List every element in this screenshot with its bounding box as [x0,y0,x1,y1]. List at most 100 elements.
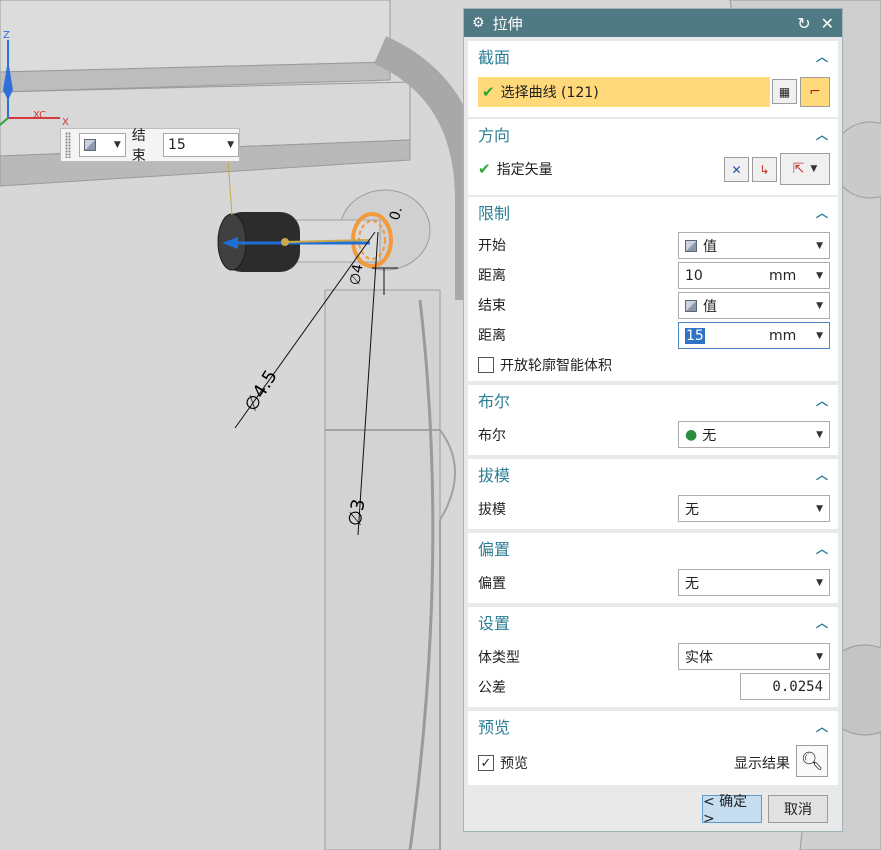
collapse-icon[interactable]: ︿ [816,392,828,409]
chevron-down-icon: ▼ [227,140,235,150]
body-type-value: 实体 [685,649,713,666]
vector-type-select[interactable]: ⇱ ▼ [780,153,830,185]
start-select[interactable]: 值 ▼ [678,232,830,259]
draft-value: 无 [685,501,699,518]
collapse-icon[interactable]: ︿ [816,204,828,221]
end-label: 结束 [131,128,146,164]
distance2-unit: mm [769,327,797,344]
vector-icon: ↳ [759,162,770,177]
section-group: 截面 ︿ ✔ 选择曲线 (121) ▦ ⌐ [468,41,838,117]
settings-group: 设置 ︿ 体类型 实体 ▼ 公差 0.0254 [468,607,838,707]
offset-header[interactable]: 偏置 ︿ [468,533,838,563]
chevron-down-icon: ▼ [113,140,121,150]
distance1-value: 10 [685,267,703,284]
boolean-header[interactable]: 布尔 ︿ [468,385,838,415]
show-result-button[interactable]: 🔍︎ [796,745,828,777]
preview-title: 预览 [478,718,511,737]
offset-title: 偏置 [478,540,511,559]
open-profile-label: 开放轮廓智能体积 [500,358,612,374]
end-label: 结束 [478,298,506,314]
draft-group: 拔模 ︿ 拔模 无 ▼ [468,459,838,529]
chevron-down-icon: ▼ [816,577,823,588]
gear-icon[interactable]: ⚙ [472,15,485,31]
preview-label: 预览 [500,756,528,772]
end-value: 值 [703,298,717,315]
direction-header[interactable]: 方向 ︿ [468,119,838,149]
vector-dialog-button[interactable]: ↳ [752,157,777,182]
offset-select[interactable]: 无 ▼ [678,569,830,596]
end-value-input[interactable]: 15 ▼ [162,133,240,157]
boolean-value: 无 [702,427,717,444]
axis-z-label: Z [3,30,10,41]
distance1-input[interactable]: 10 mm ▼ [678,262,830,289]
ok-button[interactable]: < 确定 > [702,794,762,827]
settings-title: 设置 [478,614,511,633]
collapse-icon[interactable]: ︿ [816,718,828,735]
end-option-select[interactable]: ▼ [78,133,126,157]
end-select[interactable]: 值 ▼ [678,292,830,319]
offset-value: 无 [685,575,699,592]
cube-icon [685,299,697,312]
checkmark-icon: ✔ [482,83,495,101]
curve-button[interactable]: ⌐ [800,77,830,107]
chevron-down-icon: ▼ [816,270,823,281]
dialog-title: 拉伸 [492,14,523,33]
open-profile-row: 开放轮廓智能体积 [478,351,828,379]
cancel-button[interactable]: 取消 [768,795,828,823]
specify-vector-label: 指定矢量 [496,162,553,178]
reverse-direction-button[interactable]: ✕ [724,157,749,182]
draft-select[interactable]: 无 ▼ [678,495,830,522]
collapse-icon[interactable]: ︿ [816,48,828,65]
axis-x-label: X [62,117,69,128]
direction-group: 方向 ︿ ✔ 指定矢量 ✕ ↳ ⇱ ▼ [468,119,838,195]
distance2-input[interactable]: 15 mm ▼ [678,322,830,349]
settings-header[interactable]: 设置 ︿ [468,607,838,637]
draft-label: 拔模 [478,502,506,518]
reverse-icon: ✕ [731,162,742,177]
preview-group: 预览 ︿ ✓ 预览 显示结果 🔍︎ [468,711,838,785]
dialog-footer: < 确定 > 取消 [468,789,838,827]
select-curve-row[interactable]: ✔ 选择曲线 (121) [478,77,770,107]
collapse-icon[interactable]: ︿ [816,126,828,143]
collapse-icon[interactable]: ︿ [816,614,828,631]
toolbar-grip[interactable] [65,132,71,158]
extrude-dialog: ⚙ 拉伸 ↻ ✕ 截面 ︿ ✔ 选择曲线 (121) ▦ ⌐ 方向 ︿ ✔ 指定… [463,8,843,832]
chevron-down-icon: ▼ [810,164,818,174]
body-type-label: 体类型 [478,650,520,666]
reset-icon[interactable]: ↻ [797,14,810,33]
boolean-select[interactable]: ● 无 ▼ [678,421,830,448]
section-header[interactable]: 截面 ︿ [468,41,838,71]
tolerance-label: 公差 [478,680,506,696]
end-value-text: 15 [167,137,186,153]
limits-group: 限制 ︿ 开始 值 ▼ 距离 10 mm ▼ 结束 值 ▼ 距离 15 mm ▼… [468,197,838,381]
checkmark-icon: ✔ [478,160,491,178]
sketch-section-button[interactable]: ▦ [772,79,797,104]
axis-vector-icon: ⇱ [792,161,805,177]
collapse-icon[interactable]: ︿ [816,540,828,557]
sketch-icon: ▦ [778,84,791,99]
tolerance-input[interactable]: 0.0254 [740,673,830,700]
draft-header[interactable]: 拔模 ︿ [468,459,838,489]
limits-header[interactable]: 限制 ︿ [468,197,838,227]
cube-icon [685,239,697,252]
cube-icon [83,139,96,151]
preview-header[interactable]: 预览 ︿ [468,711,838,741]
chevron-down-icon: ▼ [816,503,823,514]
collapse-icon[interactable]: ︿ [816,466,828,483]
start-value: 值 [703,238,717,255]
preview-checkbox[interactable]: ✓ [478,755,494,771]
select-curve-label: 选择曲线 (121) [500,85,599,101]
distance1-label: 距离 [478,268,506,284]
tolerance-value: 0.0254 [772,678,823,695]
dialog-titlebar[interactable]: ⚙ 拉伸 ↻ ✕ [464,9,842,37]
open-profile-checkbox[interactable] [478,357,494,373]
chevron-down-icon: ▼ [816,240,823,251]
direction-title: 方向 [478,126,511,145]
body-type-select[interactable]: 实体 ▼ [678,643,830,670]
start-label: 开始 [478,238,506,254]
distance2-value: 15 [685,327,705,344]
show-result-label: 显示结果 [734,756,790,772]
boolean-title: 布尔 [478,392,511,411]
close-icon[interactable]: ✕ [821,14,834,33]
chevron-down-icon: ▼ [816,300,823,311]
